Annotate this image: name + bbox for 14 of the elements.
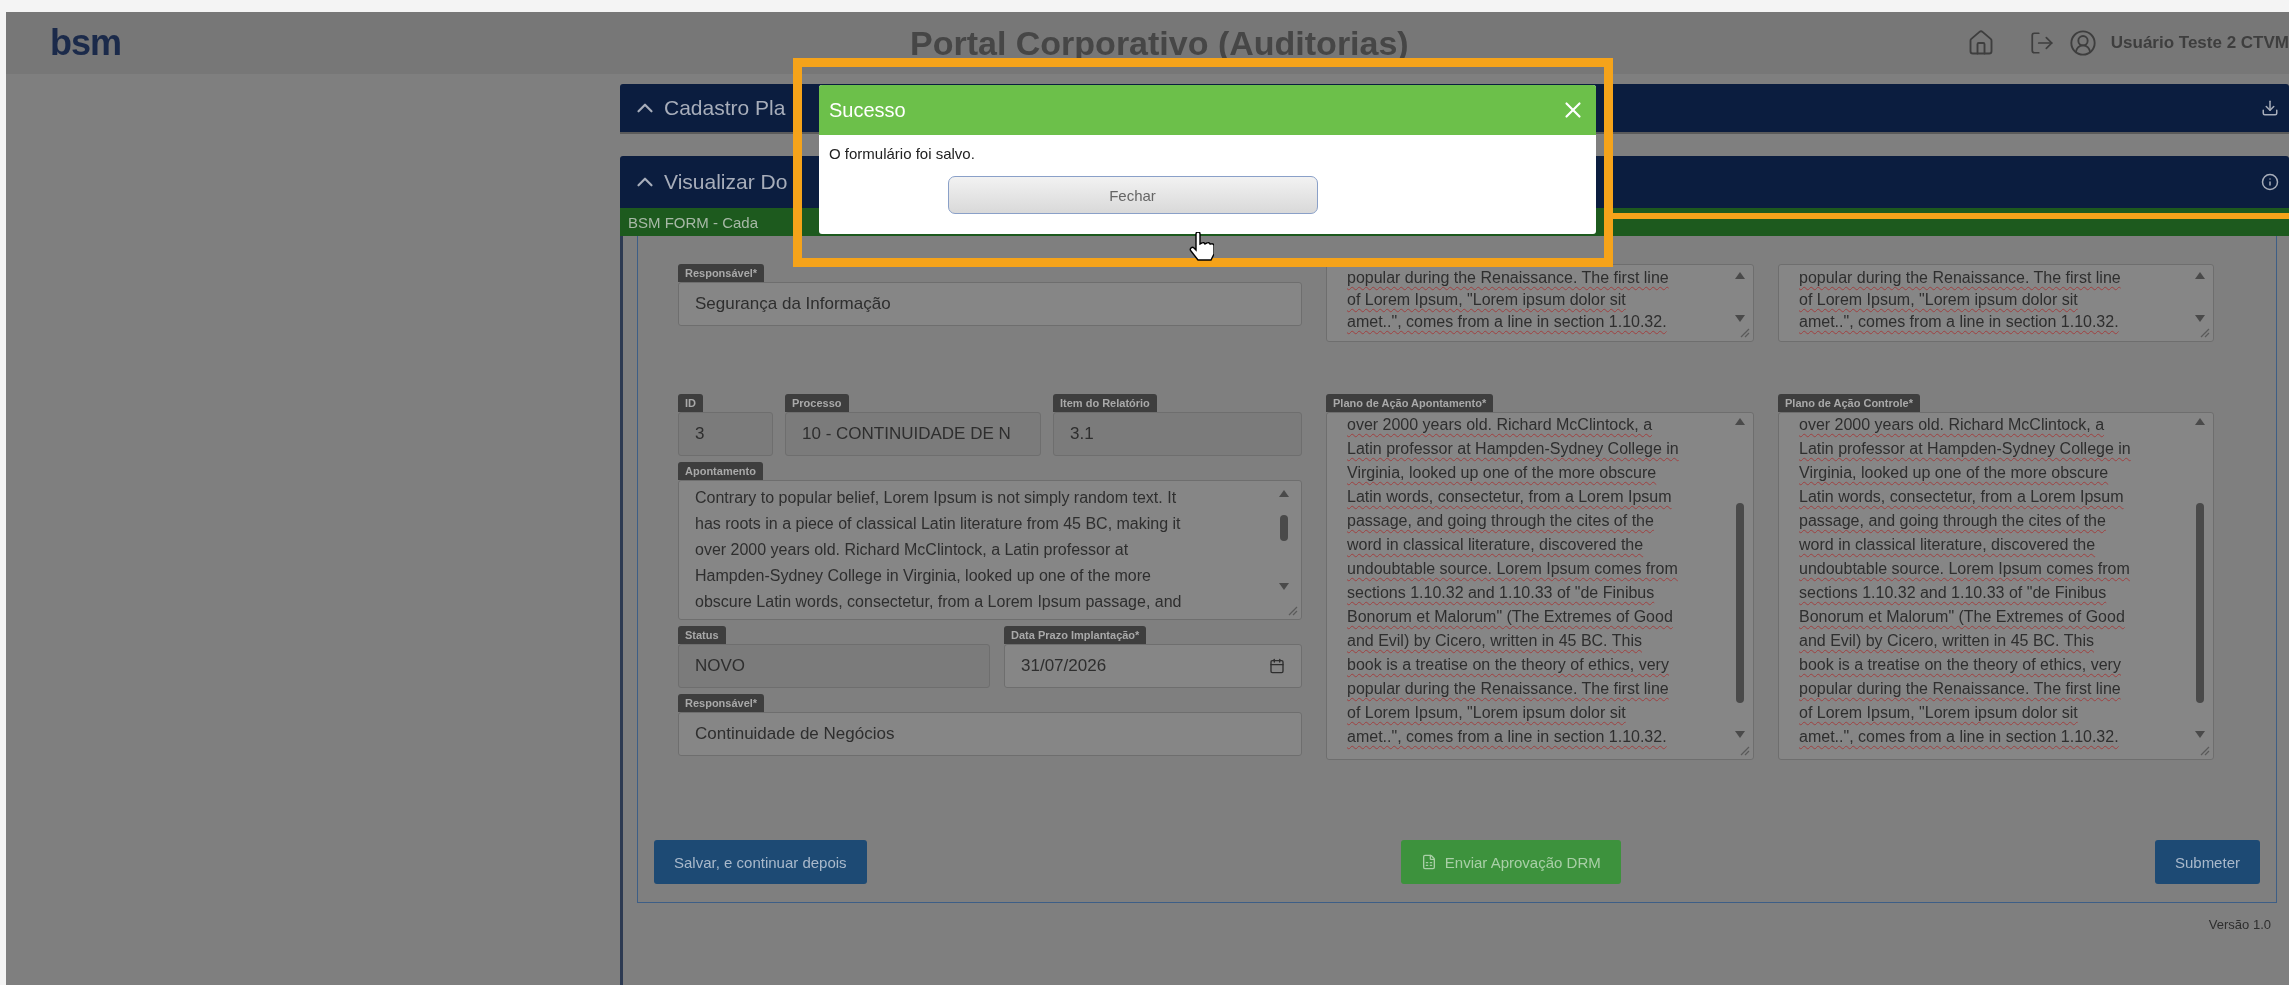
logo: bsm [50,22,123,64]
field-label: Plano de Ação Controle* [1778,394,1920,412]
field-label: Apontamento [678,462,763,480]
field-label: Item do Relatório [1053,394,1157,412]
field-label: Responsável* [678,694,765,712]
field-label: Processo [785,394,849,412]
field-label: Data Prazo Implantação* [1004,626,1147,644]
field-label: Status [678,626,726,644]
field-label: Responsável* [678,264,765,282]
field-label: Plano de Ação Apontamento* [1326,394,1494,412]
field-label: ID [678,394,703,412]
version-label: Versão 1.0 [2208,917,2271,932]
dialog-title: Sucesso [829,98,906,122]
dialog-message: O formulário foi salvo. [829,145,976,162]
